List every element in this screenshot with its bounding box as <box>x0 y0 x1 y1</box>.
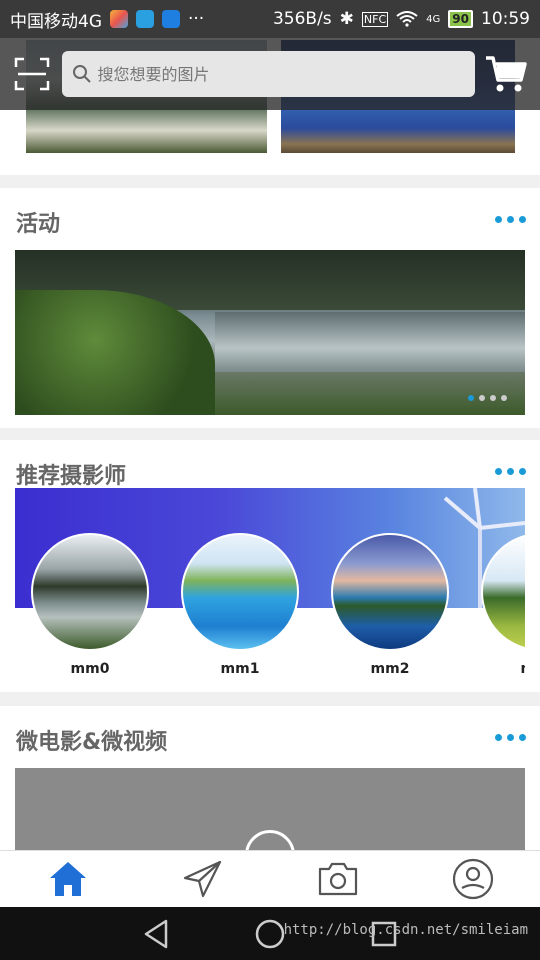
clock: 10:59 <box>481 9 530 29</box>
banner-pager <box>468 395 507 401</box>
bottom-tab-bar <box>0 850 540 907</box>
app-notification-icon <box>136 10 154 28</box>
carrier-label: 中国移动4G <box>10 11 102 32</box>
avatar <box>31 533 149 651</box>
video-thumbnail[interactable] <box>15 768 525 850</box>
activity-section: 活动 <box>0 188 540 428</box>
search-box[interactable] <box>61 51 475 97</box>
avatar <box>481 533 525 651</box>
app-notification-icon <box>110 10 128 28</box>
photographer-carousel[interactable]: mm0 mm1 mm2 mm3 <box>15 488 525 688</box>
user-icon <box>452 858 493 900</box>
network-speed: 356B/s <box>272 9 332 29</box>
watermark-text: http://blog.csdn.net/smileiam <box>283 922 528 938</box>
camera-icon <box>318 862 357 896</box>
photographer-card[interactable]: mm3 <box>480 533 525 677</box>
photographer-card[interactable]: mm0 <box>30 533 150 677</box>
photographers-more-button[interactable] <box>495 468 526 475</box>
cart-icon <box>486 56 528 92</box>
scan-icon <box>14 57 49 91</box>
bluetooth-icon: ✱ <box>339 9 354 29</box>
tab-discover[interactable] <box>173 854 233 904</box>
send-icon <box>183 860 221 898</box>
tab-home[interactable] <box>38 854 98 904</box>
avatar <box>181 533 299 651</box>
photographer-card[interactable]: mm2 <box>330 533 450 677</box>
cart-button[interactable] <box>485 52 528 96</box>
network-type: 4G <box>426 13 441 25</box>
activity-more-button[interactable] <box>495 216 526 223</box>
photographer-name: mm2 <box>370 661 410 677</box>
search-input[interactable] <box>97 64 418 84</box>
message-notification-icon <box>162 10 180 28</box>
feed-scroll[interactable]: 活动 推荐摄影师 mm0 mm1 mm2 微电影&微视频 <box>0 0 540 850</box>
home-icon <box>49 862 86 896</box>
nfc-icon: NFC <box>361 11 389 27</box>
status-bar: 中国移动4G ··· 356B/s ✱ NFC 4G 90 10:59 <box>0 0 540 38</box>
section-title-micro-video: 微电影&微视频 <box>16 730 168 755</box>
section-title-photographers: 推荐摄影师 <box>16 464 127 489</box>
play-icon[interactable] <box>245 830 295 850</box>
battery-indicator: 90 <box>448 10 473 28</box>
photographer-card[interactable]: mm1 <box>180 533 300 677</box>
search-icon <box>72 65 91 83</box>
search-header <box>0 38 540 110</box>
section-title-activity: 活动 <box>16 212 61 237</box>
photographers-section: 推荐摄影师 mm0 mm1 mm2 <box>0 440 540 692</box>
back-icon[interactable] <box>142 919 170 949</box>
micro-video-more-button[interactable] <box>495 734 526 741</box>
photographer-name: mm3 <box>480 661 525 677</box>
avatar <box>331 533 449 651</box>
micro-video-section: 微电影&微视频 <box>0 706 540 850</box>
tab-camera[interactable] <box>308 854 368 904</box>
photographer-name: mm0 <box>70 661 110 677</box>
wifi-icon <box>396 11 418 27</box>
activity-banner[interactable] <box>15 250 525 415</box>
more-notifications: ··· <box>188 9 205 29</box>
photographer-name: mm1 <box>220 661 260 677</box>
scan-button[interactable] <box>12 54 52 94</box>
tab-profile[interactable] <box>443 854 503 904</box>
home-nav-icon[interactable] <box>254 918 286 950</box>
